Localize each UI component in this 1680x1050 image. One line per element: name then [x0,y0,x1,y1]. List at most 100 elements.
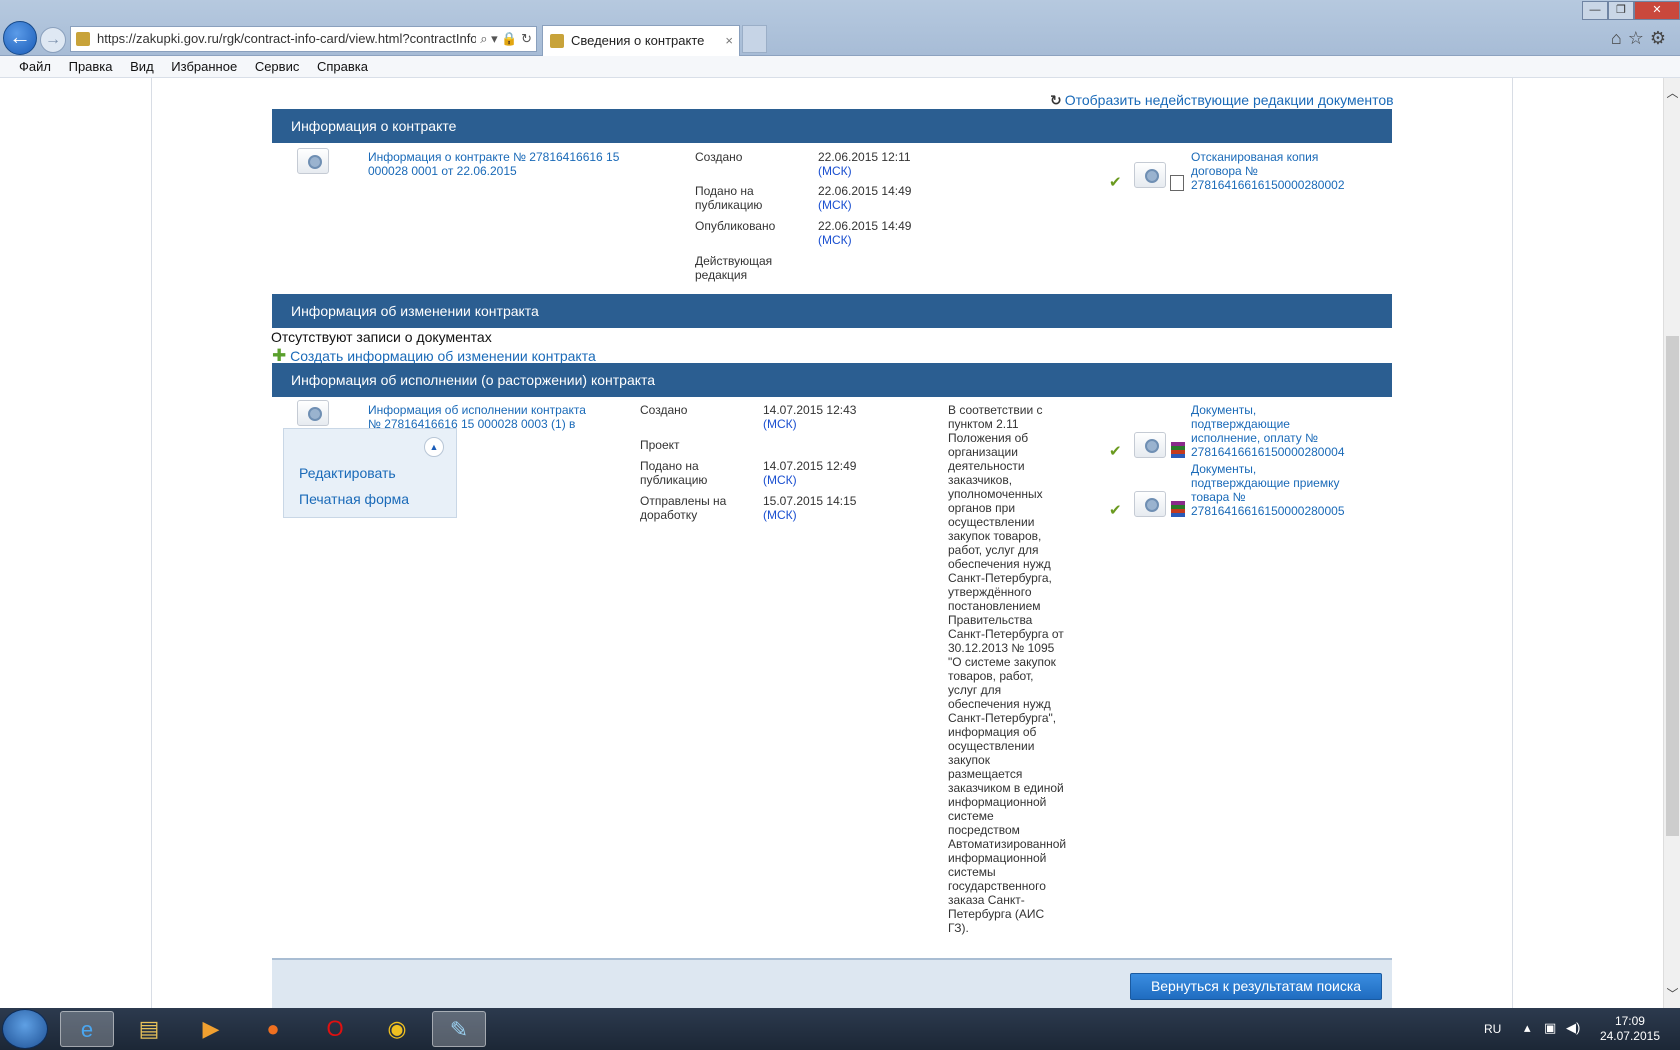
signed-check-icon: ✔ [1109,502,1122,519]
certificate-icon[interactable] [1134,491,1166,517]
show-invalid-versions-link[interactable]: ↻ Отобразить недействующие редакции докум… [1050,92,1394,109]
legal-note-line: осуществлении [948,515,1035,529]
legal-note-line: Санкт-Петербурга от [948,627,1064,641]
address-controls[interactable]: ⌕ ▾ 🔒 ↻ [476,27,532,51]
volume-icon[interactable]: ◀) [1566,1020,1580,1036]
close-window-button[interactable]: ✕ [1634,1,1680,20]
legal-note-line: обеспечения нужд [948,557,1051,571]
section-header-execution-info: Информация об исполнении (о расторжении)… [272,363,1392,397]
scroll-down-icon[interactable]: ﹀ [1666,985,1679,1002]
legal-note-line: системы [948,865,996,879]
section-header-contract-info: Информация о контракте [272,109,1392,143]
exec-row-returned-label: Отправлены на доработку [640,494,727,522]
certificate-icon[interactable] [297,148,329,174]
tab-close-icon[interactable]: × [725,26,733,56]
contract-info-link[interactable]: Информация о контракте № 27816416616 15 … [368,150,619,178]
exec-row-created-label: Создано [640,403,688,417]
certificate-icon[interactable] [297,400,329,426]
window-controls: — ❐ ✕ [1582,0,1680,20]
legal-note-line: работ, услуг для [948,543,1039,557]
no-records-text: Отсутствуют записи о документах [271,329,492,345]
menu-edit[interactable]: Правка [69,59,113,74]
execution-info-link[interactable]: Информация об исполнении контракта № 278… [368,403,586,431]
back-button[interactable]: ← [3,21,37,55]
legal-note-line: Автоматизированной [948,837,1067,851]
section-header-change-info: Информация об изменении контракта [272,294,1392,328]
legal-note-line: услуг для [948,683,1002,697]
legal-note-line: постановлением [948,599,1041,613]
show-hidden-icons[interactable]: ▴ [1524,1020,1531,1036]
legal-note-line: заказчиков, [948,473,1013,487]
legal-note-line: информационной [948,851,1047,865]
firefox-icon[interactable]: ● [246,1011,300,1047]
menu-help[interactable]: Справка [317,59,368,74]
menu-tools[interactable]: Сервис [255,59,300,74]
paint-icon[interactable]: ✎ [432,1011,486,1047]
explorer-folder-icon[interactable]: ▤ [122,1011,176,1047]
legal-note-line: Санкт-Петербурга, [948,571,1052,585]
legal-note-line: деятельности [948,459,1025,473]
bottom-action-bar: Вернуться к результатам поиска [272,958,1392,1008]
scroll-up-icon[interactable]: ︿ [1666,84,1679,101]
start-button[interactable] [2,1009,48,1049]
contract-row-submitted-value: 22.06.2015 14:49 (МСК) [818,184,912,212]
page-column [151,78,1513,1008]
tab-contract-info[interactable]: Сведения о контракте × [542,25,740,56]
address-bar[interactable]: https://zakupki.gov.ru/rgk/contract-info… [70,26,537,52]
media-player-icon[interactable]: ▶ [184,1011,238,1047]
vertical-scrollbar[interactable]: ︿ ﹀ [1663,78,1680,1008]
legal-note-line: закупок товаров, [948,529,1042,543]
acceptance-docs-link[interactable]: Документы, подтверждающие приемку товара… [1191,462,1345,518]
legal-note-line: государственного [948,879,1046,893]
legal-note-line: утверждённого [948,585,1032,599]
menu-view[interactable]: Вид [130,59,154,74]
collapse-up-icon[interactable]: ▲ [424,437,444,457]
menu-file[interactable]: Файл [19,59,51,74]
menu-favorites[interactable]: Избранное [171,59,237,74]
menu-item-edit[interactable]: Редактировать [299,465,396,481]
legal-note-line: заказа Санкт- [948,893,1025,907]
legal-note-line: В соответствии с [948,403,1043,417]
home-favorites-tools-icons[interactable]: ⌂☆⚙ [1611,28,1672,49]
contract-row-created-value: 22.06.2015 12:11 (МСК) [818,150,911,178]
opera-icon[interactable]: O [308,1011,362,1047]
legal-note-line: обеспечения нужд [948,697,1051,711]
language-indicator[interactable]: RU [1484,1022,1501,1036]
legal-note-line: "О системе закупок [948,655,1056,669]
minimize-button[interactable]: — [1582,1,1608,20]
scanned-contract-link[interactable]: Отсканированая копия договора № 27816416… [1191,150,1345,192]
certificate-icon[interactable] [1134,432,1166,458]
document-icon [1170,175,1184,191]
contract-row-submitted-label: Подано на публикацию [695,184,763,212]
legal-note-line: пунктом 2.11 [948,417,1019,431]
system-tray: RU ▴ ▣ ◀) 17:09 24.07.2015 [1480,1008,1680,1050]
legal-note-line: Правительства [948,613,1033,627]
windows-taskbar: e ▤ ▶ ● O ◉ ✎ RU ▴ ▣ ◀) 17:09 24.07.2015 [0,1008,1680,1050]
restore-button[interactable]: ❐ [1608,1,1634,20]
legal-note-line: организации [948,445,1018,459]
browser-title-bar: ← → https://zakupki.gov.ru/rgk/contract-… [0,0,1680,56]
network-icon[interactable]: ▣ [1544,1020,1556,1036]
execution-payment-docs-link[interactable]: Документы, подтверждающие исполнение, оп… [1191,403,1345,459]
legal-note-line: товаров, работ, [948,669,1034,683]
exec-row-submitted-value: 14.07.2015 12:49 (МСК) [763,459,857,487]
return-to-search-button[interactable]: Вернуться к результатам поиска [1130,973,1382,1000]
internet-explorer-icon[interactable]: e [60,1011,114,1047]
exec-row-project-label: Проект [640,438,680,452]
signed-check-icon: ✔ [1109,174,1122,191]
scrollbar-thumb[interactable] [1666,336,1679,836]
contract-row-created-label: Создано [695,150,743,164]
legal-note-line: 30.12.2013 № 1095 [948,641,1055,655]
certificate-icon[interactable] [1134,162,1166,188]
legal-note-line: информация об [948,725,1037,739]
tab-title: Сведения о контракте [571,33,705,48]
legal-note-line: Положения об [948,431,1029,445]
forward-button[interactable]: → [40,27,66,53]
chrome-icon[interactable]: ◉ [370,1011,424,1047]
legal-note-line: информационной [948,795,1047,809]
menu-item-print-form[interactable]: Печатная форма [299,491,409,507]
actions-popup-menu: ▲ Редактировать Печатная форма [283,428,457,518]
exec-row-submitted-label: Подано на публикацию [640,459,708,487]
clock[interactable]: 17:09 24.07.2015 [1600,1014,1660,1044]
new-tab-button[interactable] [742,25,767,53]
